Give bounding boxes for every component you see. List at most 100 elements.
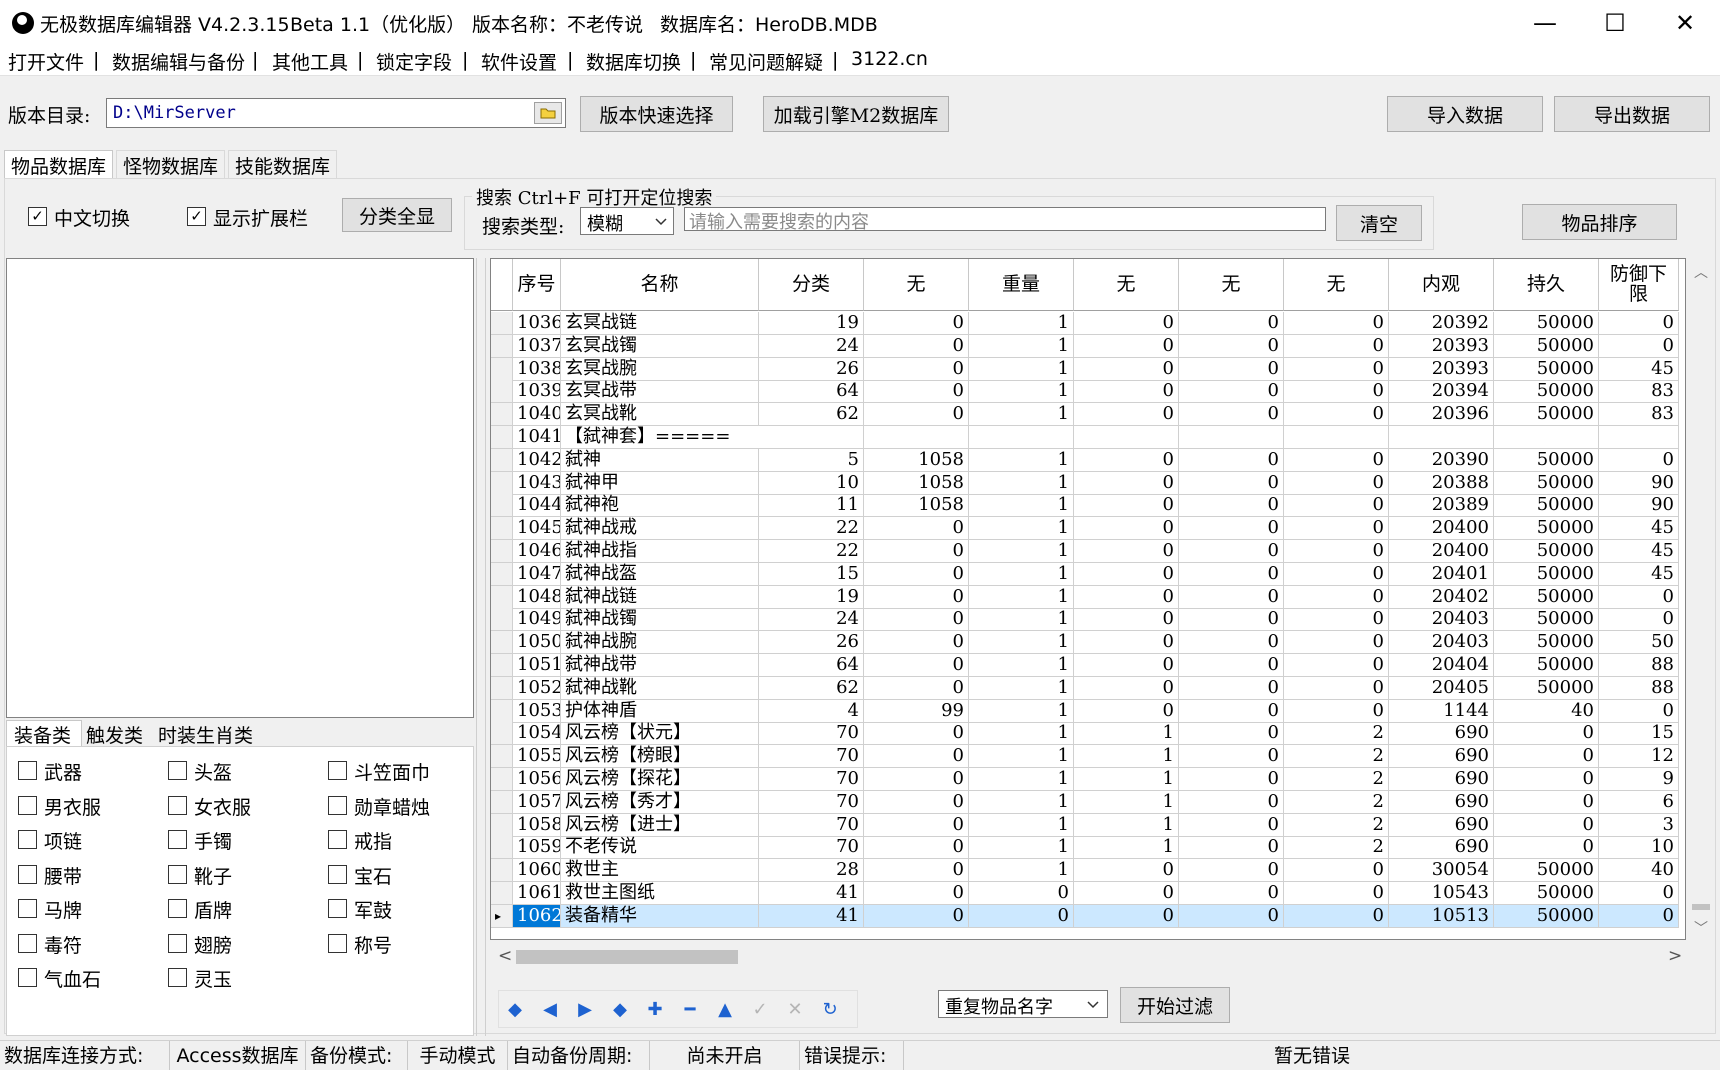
table-cell[interactable]: 0 [1284,403,1389,427]
clear-search-button[interactable]: 清空 [1336,205,1422,241]
table-cell[interactable]: 20403 [1389,631,1494,655]
table-cell[interactable]: 救世主 [561,859,759,883]
table-cell[interactable]: 0 [1599,585,1679,609]
table-cell[interactable]: 0 [1074,448,1179,472]
table-row[interactable]: 1042 弑神 5 1058 1 0 0 0 20390 50000 0 [491,448,1685,472]
scroll-up-icon[interactable]: ︿ [1694,262,1708,282]
table-cell[interactable]: 0 [1284,699,1389,723]
table-cell[interactable]: 0 [1179,562,1284,586]
table-cell[interactable]: 0 [1284,631,1389,655]
row-indicator[interactable] [491,676,513,700]
scroll-right-icon[interactable]: > [1668,946,1682,966]
quick-select-button[interactable]: 版本快速选择 [580,96,733,132]
table-cell[interactable]: 弑神战链 [561,585,759,609]
table-cell[interactable]: 1 [1074,790,1179,814]
grid-horizontal-scrollbar[interactable]: < > [490,944,1686,970]
table-cell[interactable]: 1 [969,722,1074,746]
table-cell[interactable]: 0 [1179,312,1284,335]
table-cell[interactable]: 1046 [513,540,561,563]
row-indicator[interactable] [491,517,513,541]
table-cell[interactable]: 0 [1494,836,1599,860]
table-cell[interactable]: 90 [1599,494,1679,518]
tab-skills-db[interactable]: 技能数据库 [228,150,338,178]
table-cell[interactable]: 0 [864,882,969,905]
table-cell[interactable]: 30054 [1389,859,1494,883]
nav-prior-icon[interactable]: ◀ [535,996,565,1022]
row-indicator[interactable] [491,426,513,449]
table-cell[interactable]: 1 [969,585,1074,609]
row-indicator[interactable] [491,562,513,586]
table-cell[interactable]: 1 [1074,745,1179,769]
horizontal-scroll-thumb[interactable] [516,950,738,964]
table-cell[interactable]: 1 [969,699,1074,723]
row-indicator[interactable] [491,699,513,723]
table-cell[interactable] [1179,426,1284,449]
table-cell[interactable]: 45 [1599,517,1679,541]
tab-trigger[interactable]: 触发类 [82,721,147,748]
table-cell[interactable]: 0 [1074,608,1179,632]
table-cell[interactable] [969,426,1074,449]
category-checkbox[interactable] [168,830,187,849]
table-cell[interactable]: 5 [759,448,864,472]
table-cell[interactable]: 24 [759,334,864,358]
table-cell[interactable]: 1036 [513,312,561,335]
table-cell[interactable]: 1058 [864,448,969,472]
table-cell[interactable]: 弑神战镯 [561,608,759,632]
menu-settings[interactable]: 软件设置 [481,48,557,75]
table-cell[interactable]: 50000 [1494,654,1599,677]
table-cell[interactable]: 50000 [1494,517,1599,541]
table-cell[interactable]: 70 [759,745,864,769]
table-cell[interactable]: 1057 [513,790,561,814]
table-cell[interactable]: 20402 [1389,585,1494,609]
table-cell[interactable]: 1037 [513,334,561,358]
table-cell[interactable]: 弑神战腕 [561,631,759,655]
table-cell[interactable]: 弑神战指 [561,540,759,563]
tab-equipment[interactable]: 装备类 [10,721,75,748]
table-cell[interactable]: 0 [864,836,969,860]
table-cell[interactable]: 0 [1179,471,1284,495]
filter-type-select[interactable]: 重复物品名字 [938,990,1108,1018]
table-cell[interactable]: 0 [1074,654,1179,677]
table-cell[interactable]: 690 [1389,768,1494,791]
table-cell[interactable]: 1 [969,448,1074,472]
table-cell[interactable]: 0 [1074,631,1179,655]
table-cell[interactable]: 1 [969,494,1074,518]
table-row[interactable]: 1044 弑神袍 11 1058 1 0 0 0 20389 50000 90 [491,494,1685,518]
table-cell[interactable]: 0 [1284,562,1389,586]
table-cell[interactable]: 0 [1074,585,1179,609]
table-cell[interactable]: 1038 [513,357,561,381]
table-cell[interactable]: 50000 [1494,562,1599,586]
row-indicator[interactable] [491,357,513,381]
table-cell[interactable]: 50000 [1494,471,1599,495]
table-cell[interactable]: 0 [864,403,969,427]
table-cell[interactable]: 0 [1074,904,1179,928]
table-cell[interactable]: 0 [1179,585,1284,609]
table-row[interactable]: 1060 救世主 28 0 1 0 0 0 30054 50000 40 [491,859,1685,883]
table-cell[interactable]: 1 [1074,722,1179,746]
table-cell[interactable]: 62 [759,403,864,427]
table-cell[interactable]: 20401 [1389,562,1494,586]
table-row[interactable]: 1049 弑神战镯 24 0 1 0 0 0 20403 50000 0 [491,608,1685,632]
table-cell[interactable]: 1 [969,768,1074,791]
table-cell[interactable]: 1 [969,380,1074,404]
table-cell[interactable]: 0 [1074,699,1179,723]
table-row[interactable]: 1061 救世主图纸 41 0 0 0 0 0 10543 50000 0 [491,882,1685,905]
table-cell[interactable]: 0 [1179,631,1284,655]
table-cell[interactable]: 0 [1284,676,1389,700]
table-cell[interactable]: 1 [969,608,1074,632]
table-cell[interactable]: 1144 [1389,699,1494,723]
table-cell[interactable]: 1 [969,334,1074,358]
table-cell[interactable]: 70 [759,722,864,746]
export-data-button[interactable]: 导出数据 [1554,96,1710,132]
table-cell[interactable]: 1 [969,654,1074,677]
nav-first-icon[interactable]: ◆ [500,996,530,1022]
table-cell[interactable]: 64 [759,654,864,677]
grid-column-header[interactable]: 分类 [759,259,864,311]
scroll-down-icon[interactable]: ﹀ [1694,918,1708,938]
category-checkbox[interactable] [18,899,37,918]
table-cell[interactable]: 1 [1074,813,1179,837]
table-cell[interactable]: 12 [1599,745,1679,769]
table-cell[interactable] [1389,426,1494,449]
table-cell[interactable]: 1 [969,517,1074,541]
row-indicator[interactable] [491,722,513,746]
